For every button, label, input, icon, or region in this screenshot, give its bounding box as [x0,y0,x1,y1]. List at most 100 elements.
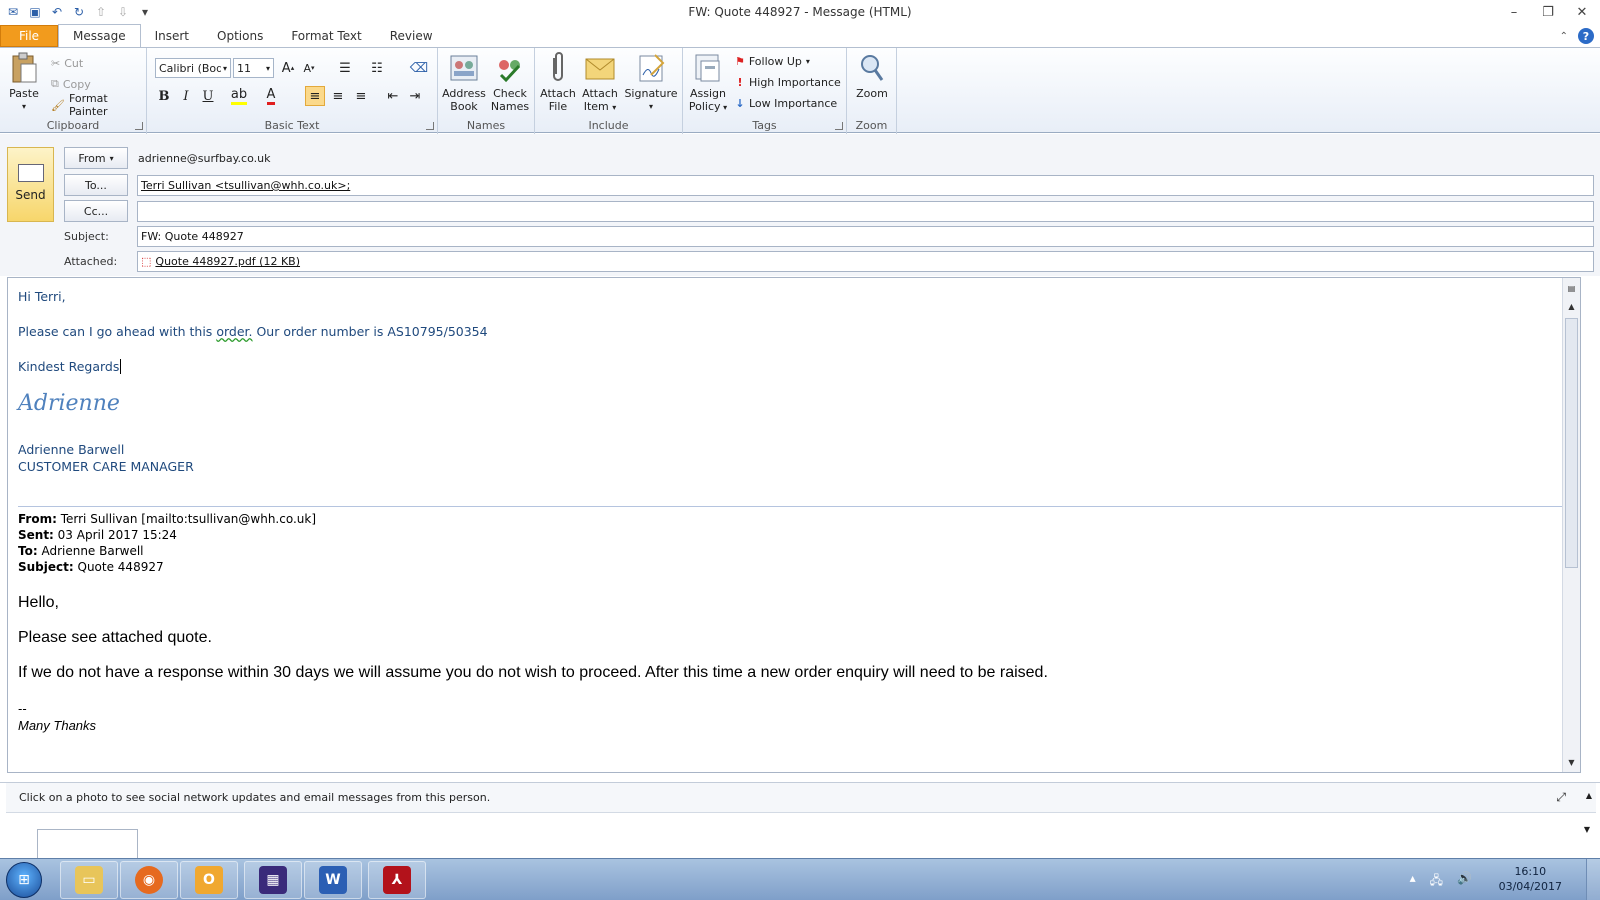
show-desktop-button[interactable] [1586,859,1600,900]
tray-expand-icon[interactable]: ▴ [1410,871,1416,892]
paste-icon [8,52,40,84]
zoom-button[interactable]: Zoom [852,52,892,100]
tray-icons: ▴ 🖧 🔊 [1410,871,1472,892]
taskbar-outlook[interactable]: O [180,861,238,899]
ruler-toggle-icon[interactable]: ▤ [1565,282,1578,295]
italic-button[interactable]: I [176,86,196,106]
align-right-button[interactable]: ≡ [351,86,371,106]
from-button-label: From [78,151,106,165]
attached-field: ⬚ Quote 448927.pdf (12 KB) [137,251,1594,272]
windows-start-icon[interactable]: ⊞ [6,862,42,898]
tab-file[interactable]: File [0,25,58,47]
help-icon[interactable]: ? [1578,28,1594,44]
message-body[interactable]: Hi Terri, Please can I go ahead with thi… [7,277,1581,773]
copy-button[interactable]: ⧉ Copy [51,75,91,93]
cut-button[interactable]: ✂ Cut [51,54,83,72]
scroll-up-icon[interactable]: ▲ [1565,300,1578,313]
scroll-down-icon[interactable]: ▼ [1584,825,1590,834]
up-arrow-icon[interactable]: ⇧ [92,3,110,21]
body-scrollbar[interactable]: ▤ ▲ ▼ [1562,278,1580,772]
regards: Kindest Regards [18,359,122,374]
clock[interactable]: 16:10 03/04/2017 [1499,864,1562,894]
align-center-button[interactable]: ≡ [328,86,348,106]
attachment-link[interactable]: Quote 448927.pdf (12 KB) [155,255,300,268]
bold-button[interactable]: B [154,86,174,106]
numbering-button[interactable]: ☷ [367,58,387,78]
format-painter-button[interactable]: 🖌 Format Painter [51,92,146,118]
fwd-sent-label: Sent: [18,528,54,542]
format-painter-label: Format Painter [68,92,108,118]
underline-button[interactable]: U [198,86,218,106]
attach-item-label-2: Item [583,100,609,113]
assign-policy-button[interactable]: Assign Policy ▾ [687,52,729,114]
bullets-button[interactable]: ☰ [335,58,355,78]
from-button[interactable]: From ▾ [64,147,128,169]
minimize-ribbon-icon[interactable]: ⌃ [1560,31,1568,42]
signature-button[interactable]: Signature ▾ [623,52,679,113]
volume-icon[interactable]: 🔊 [1457,871,1472,892]
basic-text-launcher-icon[interactable] [426,122,434,130]
tags-launcher-icon[interactable] [835,122,843,130]
customize-qat-icon[interactable]: ▾ [136,3,154,21]
cc-field[interactable] [137,201,1594,222]
minimize-icon[interactable]: – [1504,2,1524,22]
clipboard-launcher-icon[interactable] [135,122,143,130]
send-button[interactable]: Send [7,147,54,222]
check-names-button[interactable]: Check Names [488,52,532,113]
address-book-button[interactable]: Address Book [442,52,486,113]
highlight-button[interactable]: ab [229,86,249,106]
to-recipient[interactable]: Terri Sullivan <tsullivan@whh.co.uk>; [141,179,350,192]
low-importance-button[interactable]: ↓ Low Importance [735,94,837,112]
expand-icon[interactable]: ⤢ [1556,790,1566,805]
to-button[interactable]: To... [64,174,128,196]
down-arrow-icon[interactable]: ⇩ [114,3,132,21]
scroll-down-icon[interactable]: ▼ [1565,756,1578,769]
paste-button[interactable]: Paste ▾ [6,52,42,113]
tab-format-text[interactable]: Format Text [277,25,375,47]
scroll-thumb[interactable] [1565,318,1578,568]
attach-file-button[interactable]: Attach File [539,52,577,113]
increase-indent-button[interactable]: ⇥ [405,86,425,106]
fwd-to-label: To: [18,544,38,558]
tab-message[interactable]: Message [58,24,141,47]
taskbar: ⊞ ▭ ◉ O ▦ W ⅄ ▴ 🖧 🔊 16:10 03/04/2017 [0,858,1600,900]
save-icon[interactable]: ▣ [26,3,44,21]
undo-icon[interactable]: ↶ [48,3,66,21]
address-book-label-2: Book [450,100,478,113]
to-field[interactable]: Terri Sullivan <tsullivan@whh.co.uk>; [137,175,1594,196]
include-group: Attach File Attach Item ▾ Signature ▾ In… [535,48,683,134]
signature-name: Adrienne Barwell [18,442,125,457]
grow-font-button[interactable]: A ▴ [278,58,298,78]
tab-insert[interactable]: Insert [141,25,203,47]
network-icon[interactable]: 🖧 [1430,871,1443,892]
names-group-label: Names [466,119,506,132]
font-name-combo[interactable]: Calibri (Body)▾ [155,58,231,78]
contact-photo[interactable] [37,829,138,859]
follow-up-button[interactable]: ⚑ Follow Up ▾ [735,52,810,70]
clear-formatting-icon[interactable]: ⌫ [409,58,429,78]
scroll-up-icon[interactable]: ▲ [1586,791,1592,800]
attach-item-button[interactable]: Attach Item ▾ [581,52,619,114]
font-size-combo[interactable]: 11 ▾ [233,58,274,78]
shrink-font-button[interactable]: A ▾ [299,58,319,78]
font-name-value: Calibri (Body) [159,61,221,75]
tab-review[interactable]: Review [376,25,447,47]
zoom-group: Zoom Zoom [847,48,897,134]
close-icon[interactable]: ✕ [1572,2,1592,22]
taskbar-acrobat[interactable]: ⅄ [368,861,426,899]
restore-icon[interactable]: ❐ [1538,2,1558,22]
outlook-app-icon[interactable]: ✉ [4,3,22,21]
taskbar-word[interactable]: W [304,861,362,899]
tab-options[interactable]: Options [203,25,277,47]
align-left-button[interactable]: ≡ [305,86,325,106]
cc-button[interactable]: Cc... [64,200,128,222]
taskbar-explorer[interactable]: ▭ [60,861,118,899]
redo-icon[interactable]: ↻ [70,3,88,21]
taskbar-calendar-app[interactable]: ▦ [244,861,302,899]
from-value: adrienne@surfbay.co.uk [138,152,271,165]
high-importance-button[interactable]: ! High Importance [735,73,840,91]
font-color-button[interactable]: A [261,86,281,106]
decrease-indent-button[interactable]: ⇤ [383,86,403,106]
subject-field[interactable]: FW: Quote 448927 [137,226,1594,247]
taskbar-firefox[interactable]: ◉ [120,861,178,899]
